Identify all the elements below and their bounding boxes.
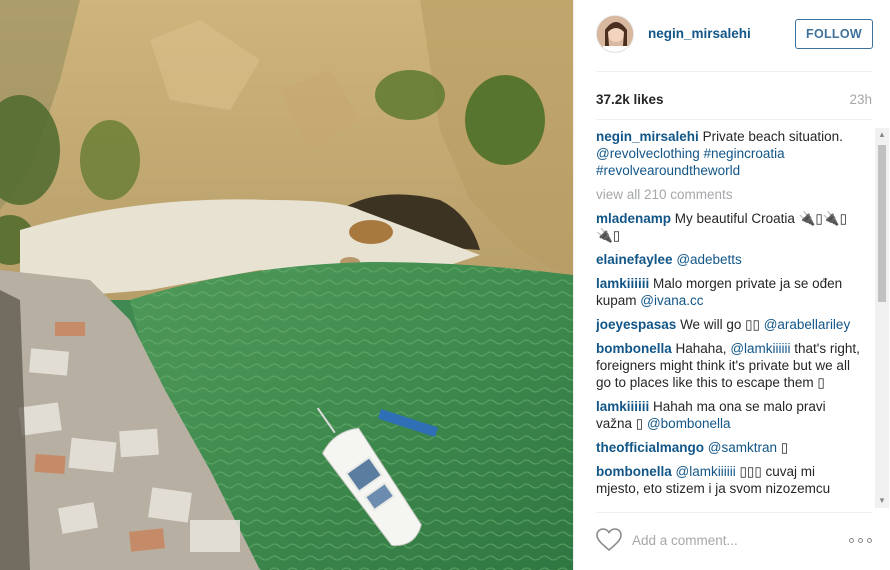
view-all-comments-link[interactable]: view all 210 comments xyxy=(596,186,861,203)
caption-tag[interactable]: @revolveclothing xyxy=(596,146,700,161)
comment-mention-link[interactable]: @samktran xyxy=(704,440,777,455)
comments-scrollbar[interactable]: ▲ ▼ xyxy=(875,128,889,508)
more-dot xyxy=(867,538,872,543)
comment-mention-link[interactable]: @ivana.cc xyxy=(640,293,703,308)
comment-username[interactable]: bombonella xyxy=(596,341,672,356)
comment-text: Hahaha, xyxy=(671,341,731,356)
comment-items: mladenamp My beautiful Croatia 🔌▯🔌▯ 🔌▯ el… xyxy=(596,210,861,497)
comment-mention-link[interactable]: @lamkiiiiii xyxy=(672,464,736,479)
add-comment-input[interactable] xyxy=(632,531,822,549)
post-details-panel: negin_mirsalehi FOLLOW 37.2k likes 23h n… xyxy=(573,0,890,570)
comment-text: We will go ▯▯ xyxy=(676,317,764,332)
caption-username[interactable]: negin_mirsalehi xyxy=(596,129,699,144)
caption-text: Private beach situation. xyxy=(702,129,843,144)
post-actions xyxy=(596,512,872,564)
comment-mention-link[interactable]: @lamkiiiiii xyxy=(730,341,790,356)
more-dot xyxy=(858,538,863,543)
comment-username[interactable]: elainefaylee xyxy=(596,252,673,267)
comment-mention-link[interactable]: @bombonella xyxy=(647,416,731,431)
comment-item: elainefaylee @adebetts xyxy=(596,251,861,268)
post-photo-image xyxy=(0,0,573,570)
comment-username[interactable]: lamkiiiiii xyxy=(596,399,649,414)
comment-username[interactable]: mladenamp xyxy=(596,211,671,226)
avatar[interactable] xyxy=(596,15,634,53)
caption-tag[interactable]: #revolvearoundtheworld xyxy=(596,163,740,178)
comment-username[interactable]: joeyespasas xyxy=(596,317,676,332)
comment-item: bombonella @lamkiiiiii ▯▯▯ cuvaj mi mjes… xyxy=(596,463,861,497)
comment-username[interactable]: theofficialmango xyxy=(596,440,704,455)
comment-item: lamkiiiiii Hahah ma ona se malo pravi va… xyxy=(596,398,861,432)
comment-item: lamkiiiiii Malo morgen private ja se ođe… xyxy=(596,275,861,309)
scroll-up-arrow-icon[interactable]: ▲ xyxy=(875,128,889,142)
comment-text: ▯ xyxy=(777,440,789,455)
comment-item: joeyespasas We will go ▯▯ @arabellariley xyxy=(596,316,861,333)
post-header: negin_mirsalehi FOLLOW xyxy=(596,14,873,72)
comment-mention-link[interactable]: @arabellariley xyxy=(764,317,851,332)
comment-username[interactable]: lamkiiiiii xyxy=(596,276,649,291)
heart-icon[interactable] xyxy=(596,528,622,552)
caption: negin_mirsalehi Private beach situation.… xyxy=(596,128,861,179)
comment-mention-link[interactable]: @adebetts xyxy=(673,252,742,267)
caption-tag[interactable]: #negincroatia xyxy=(704,146,785,161)
more-dot xyxy=(849,538,854,543)
comments-list[interactable]: negin_mirsalehi Private beach situation.… xyxy=(596,128,861,508)
comment-item: mladenamp My beautiful Croatia 🔌▯🔌▯ 🔌▯ xyxy=(596,210,861,244)
scroll-down-arrow-icon[interactable]: ▼ xyxy=(875,494,889,508)
post-username[interactable]: negin_mirsalehi xyxy=(648,26,751,41)
comment-item: bombonella Hahaha, @lamkiiiiii that's ri… xyxy=(596,340,861,391)
scrollbar-thumb[interactable] xyxy=(878,145,886,302)
post-stats: 37.2k likes 23h xyxy=(596,80,872,120)
post-photo[interactable] xyxy=(0,0,573,570)
post-timestamp[interactable]: 23h xyxy=(849,92,872,107)
comment-username[interactable]: bombonella xyxy=(596,464,672,479)
follow-button[interactable]: FOLLOW xyxy=(795,19,873,49)
more-options-icon[interactable] xyxy=(849,538,873,544)
comment-item: theofficialmango @samktran ▯ xyxy=(596,439,861,456)
avatar-image xyxy=(597,16,633,52)
likes-count[interactable]: 37.2k likes xyxy=(596,92,664,107)
